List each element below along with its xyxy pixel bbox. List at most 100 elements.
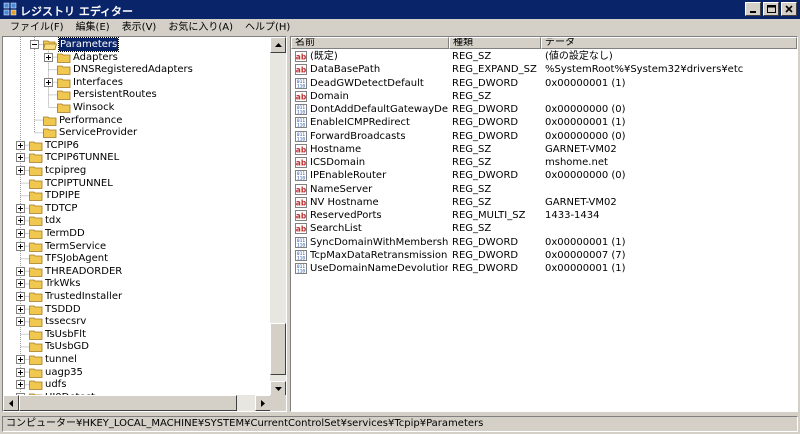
value-row[interactable]: 011 110 ForwardBroadcasts REG_DWORD 0x000000… <box>291 130 797 143</box>
tree-node[interactable]: DNSRegisteredAdapters <box>3 63 271 76</box>
svg-text:110: 110 <box>297 255 305 261</box>
value-type: REG_DWORD <box>452 130 519 142</box>
tree-node-label: TermService <box>45 240 107 252</box>
tree-node[interactable]: Interfaces <box>3 76 271 89</box>
folder-icon <box>57 103 71 113</box>
column-header-type[interactable]: 種類 <box>449 37 541 49</box>
menu-edit[interactable]: 編集(E) <box>70 19 116 36</box>
tree-node[interactable]: Winsock <box>3 101 271 114</box>
scroll-left-button[interactable] <box>3 395 19 411</box>
tree-node[interactable]: TFSJobAgent <box>3 252 271 265</box>
tree-node[interactable]: tunnel <box>3 353 271 366</box>
value-row[interactable]: ab SearchList REG_SZ <box>291 222 797 235</box>
menu-favorites[interactable]: お気に入り(A) <box>162 19 239 36</box>
value-row[interactable]: 011 110 DeadGWDetectDefault REG_DWORD 0x0000… <box>291 77 797 90</box>
expand-icon[interactable] <box>16 367 25 377</box>
folder-icon <box>29 330 43 340</box>
tree-node[interactable]: Adapters <box>3 51 271 64</box>
tree-node[interactable]: PersistentRoutes <box>3 88 271 101</box>
menu-view[interactable]: 表示(V) <box>116 19 163 36</box>
tree-node[interactable]: tssecsrv <box>3 315 271 328</box>
tree-node[interactable]: TDPIPE <box>3 189 271 202</box>
folder-icon <box>29 204 43 214</box>
scroll-up-button[interactable] <box>270 37 286 53</box>
expand-icon[interactable] <box>16 355 25 364</box>
tree-node-label: tcpipreg <box>45 165 87 176</box>
tree-node[interactable]: Performance <box>3 114 271 127</box>
value-row[interactable]: ab Hostname REG_SZ GARNET-VM02 <box>291 143 797 156</box>
menu-file[interactable]: ファイル(F) <box>4 19 70 36</box>
tree-node[interactable]: TsUsbGD <box>3 340 271 353</box>
value-row[interactable]: ab NameServer REG_SZ <box>291 183 797 196</box>
column-header-data[interactable]: データ <box>541 37 797 49</box>
arrow-left-icon <box>9 399 13 407</box>
value-row[interactable]: ab ReservedPorts REG_MULTI_SZ 1433-1434 <box>291 209 797 222</box>
value-row[interactable]: 011110DontAddDefaultGatewayDefault REG_DW… <box>291 103 797 116</box>
tree-node[interactable]: tdx <box>3 214 271 227</box>
expand-icon[interactable] <box>44 52 53 62</box>
expand-icon[interactable] <box>44 77 53 87</box>
value-row[interactable]: 011 110 EnableICMPRedirect REG_DWORD 0x00000… <box>291 116 797 129</box>
folder-icon <box>29 342 43 353</box>
expand-icon[interactable] <box>16 140 25 150</box>
expand-icon[interactable] <box>16 292 25 301</box>
title-bar[interactable]: レジストリ エディター <box>0 0 800 19</box>
folder-icon <box>29 166 43 176</box>
menu-help[interactable]: ヘルプ(H) <box>239 19 296 36</box>
expand-icon[interactable] <box>16 216 25 226</box>
value-row[interactable]: ab (既定) REG_SZ (値の設定なし) <box>291 50 797 63</box>
tree-node[interactable]: tcpipreg <box>3 164 271 177</box>
tree-node[interactable]: TermDD <box>3 227 271 240</box>
value-row[interactable]: 011 110 SyncDomainWithMembership REG_DWORD 0… <box>291 236 797 249</box>
tree-hscroll-thumb[interactable] <box>19 395 237 411</box>
expand-icon[interactable] <box>16 317 25 327</box>
tree-node[interactable]: ServiceProvider <box>3 126 271 139</box>
status-path: コンピューター¥HKEY_LOCAL_MACHINE¥SYSTEM¥Curren… <box>2 416 798 432</box>
expand-icon[interactable] <box>16 380 25 390</box>
expand-icon[interactable] <box>16 279 25 289</box>
expand-icon[interactable] <box>16 229 25 238</box>
tree-node[interactable]: TDTCP <box>3 202 271 215</box>
tree-node[interactable]: TCPIP6TUNNEL <box>3 151 271 164</box>
tree-node[interactable]: TSDDD <box>3 303 271 316</box>
folder-icon <box>29 242 43 252</box>
expand-icon[interactable] <box>16 166 25 175</box>
registry-key-tree[interactable]: Parameters Adapters DNSRegisteredAdapters I… <box>2 36 287 412</box>
tree-node[interactable]: TrkWks <box>3 277 271 290</box>
minimize-button[interactable] <box>745 2 761 16</box>
tree-horizontal-scrollbar[interactable] <box>3 395 271 411</box>
tree-node[interactable]: udfs <box>3 378 271 391</box>
expand-icon[interactable] <box>16 153 25 163</box>
column-header-name[interactable]: 名前 <box>291 37 449 49</box>
folder-icon <box>57 78 71 88</box>
value-row[interactable]: ab ICSDomain REG_SZ mshome.net <box>291 156 797 169</box>
expand-icon[interactable] <box>16 203 25 213</box>
tree-node[interactable]: TCPIPTUNNEL <box>3 177 271 190</box>
tree-scroll-thumb[interactable] <box>270 323 286 375</box>
maximize-button[interactable] <box>763 2 779 16</box>
value-row[interactable]: ab DataBasePath REG_EXPAND_SZ %SystemRoot%¥… <box>291 63 797 76</box>
tree-node[interactable]: Parameters <box>3 37 271 52</box>
value-row[interactable]: ab Domain REG_SZ <box>291 90 797 103</box>
value-row[interactable]: 011 110 IPEnableRouter REG_DWORD 0x00000000 … <box>291 169 797 182</box>
svg-text:ab: ab <box>296 145 307 154</box>
expand-icon[interactable] <box>16 266 25 276</box>
tree-vertical-scrollbar[interactable] <box>270 37 286 397</box>
scroll-right-button[interactable] <box>255 395 271 411</box>
collapse-icon[interactable] <box>30 40 39 49</box>
tree-node[interactable]: uagp35 <box>3 366 271 379</box>
expand-icon[interactable] <box>16 241 25 251</box>
tree-node[interactable]: TermService <box>3 240 271 253</box>
value-row[interactable]: 011 110 TcpMaxDataRetransmissions REG_DWORD… <box>291 249 797 262</box>
tree-node[interactable]: TsUsbFlt <box>3 328 271 341</box>
tree-node[interactable]: THREADORDER <box>3 265 271 278</box>
tree-node[interactable]: TCPIP6 <box>3 139 271 152</box>
tree-node[interactable]: TrustedInstaller <box>3 290 271 303</box>
close-button[interactable] <box>781 2 797 16</box>
value-name: IPEnableRouter <box>310 170 387 182</box>
value-row[interactable]: 011 110 UseDomainNameDevolution REG_DWORD 0x… <box>291 262 797 275</box>
registry-value-list[interactable]: 名前 種類 データ ab (既定) REG_SZ (値の設定なし) ab DataBase… <box>290 36 798 412</box>
value-row[interactable]: ab NV Hostname REG_SZ GARNET-VM02 <box>291 196 797 209</box>
expand-icon[interactable] <box>16 304 25 314</box>
string-value-icon: ab <box>295 210 307 221</box>
